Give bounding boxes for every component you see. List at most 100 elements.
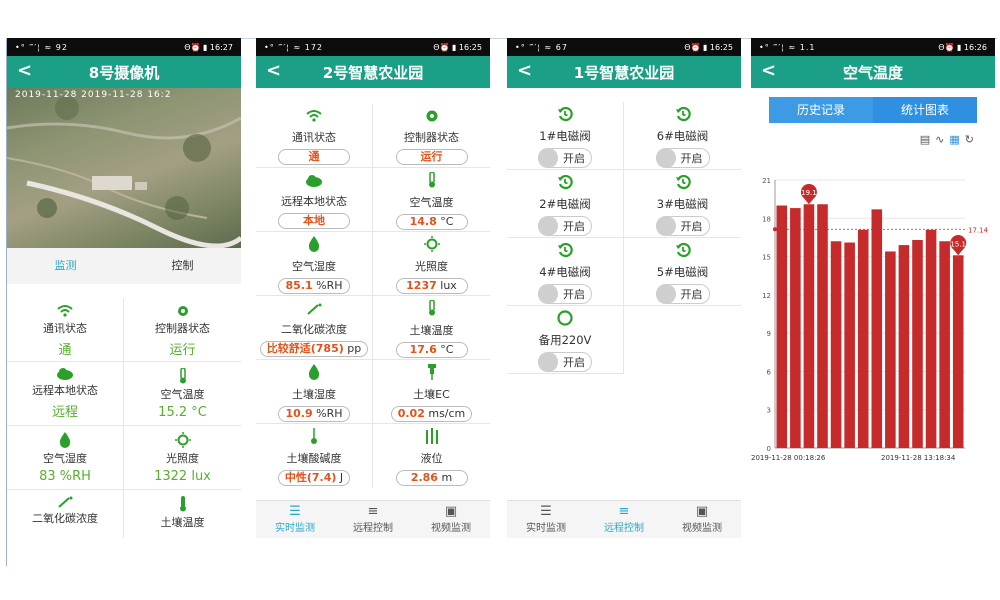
sensor-label: 空气温度	[160, 388, 205, 401]
bullet-list-icon: ≡	[618, 504, 630, 519]
valve-cell: 6#电磁阀 开启	[624, 102, 741, 170]
status-bar: •° ‴′¦ ≈ 67 Θ⏰ ▮ 16:25	[507, 38, 741, 56]
sensor-cell: 空气温度 14.8 °C	[373, 168, 490, 232]
nav-item[interactable]: ≡ 远程控制	[585, 501, 663, 538]
sensor-cell: 光照度 1322 lux	[124, 426, 241, 490]
tab-monitor[interactable]: 监测	[7, 248, 124, 284]
sensor-label: 二氧化碳浓度	[281, 323, 347, 336]
timer-icon	[624, 242, 741, 262]
bottom-nav: ☰ 实时监测 ≡ 远程控制 ▣ 视频监测	[507, 500, 741, 538]
nav-item[interactable]: ▣ 视频监测	[663, 501, 741, 538]
average-label: 17.14	[968, 226, 989, 234]
average-dot	[773, 227, 777, 232]
sensor-cell: 土壤EC 0.02 ms/cm	[373, 360, 490, 424]
sensor-label: 土壤湿度	[292, 388, 336, 401]
sensor-value: 运行	[420, 150, 443, 163]
sensor-cell: 远程本地状态 远程	[7, 362, 124, 426]
toggle-knob	[538, 352, 558, 372]
valve-toggle[interactable]: 开启	[538, 352, 592, 372]
sensor-value: 通	[308, 150, 320, 163]
bar	[939, 241, 950, 448]
app-bar: < 8号摄像机	[7, 56, 241, 88]
sensor-value-box: 1237 lux	[395, 278, 468, 294]
y-tick-label: 0	[767, 445, 771, 453]
toggle-label: 开启	[680, 288, 703, 301]
sensor-label: 光照度	[166, 452, 199, 465]
tab-chart[interactable]: 统计图表	[873, 97, 977, 123]
valve-label: 4#电磁阀	[539, 265, 591, 279]
cloud-icon	[57, 368, 73, 380]
bar-chart-icon[interactable]: ▦	[949, 133, 964, 146]
app-bar: < 2号智慧农业园	[256, 56, 490, 88]
min-marker-label: 15.1	[950, 240, 966, 248]
back-icon[interactable]: <	[761, 61, 776, 81]
valve-toggle[interactable]: 开启	[655, 148, 710, 168]
thermometer-icon	[373, 171, 490, 192]
sensor-label: 控制器状态	[404, 131, 459, 144]
tab-control[interactable]: 控制	[124, 248, 241, 284]
toggle-label: 开启	[563, 220, 585, 233]
status-bar: •° ‴′¦ ≈ 1.1 Θ⏰ ▮ 16:26	[751, 38, 995, 56]
gear-icon	[373, 108, 490, 127]
gear-icon	[177, 306, 188, 316]
back-icon[interactable]: <	[517, 61, 532, 81]
sensor-unit: ms/cm	[428, 407, 466, 420]
humidity-icon	[59, 432, 71, 448]
sensor-value: 1237	[406, 279, 437, 292]
toggle-label: 开启	[563, 356, 585, 369]
thermometer-icon	[373, 299, 490, 320]
humidity-icon	[256, 236, 372, 256]
sensor-label: 远程本地状态	[32, 384, 98, 397]
sensor-unit: %RH	[316, 407, 343, 420]
valve-toggle[interactable]: 开启	[655, 216, 710, 236]
co2-icon	[58, 496, 73, 508]
nav-item[interactable]: ☰ 实时监测	[256, 501, 334, 538]
sensor-value-box: 0.02 ms/cm	[390, 406, 473, 422]
document-icon[interactable]: ▤	[920, 133, 935, 146]
timer-icon	[624, 174, 741, 194]
timer-icon	[507, 174, 623, 194]
tab-bar: 监测 控制	[7, 248, 241, 284]
valve-cell: 2#电磁阀 开启	[507, 170, 624, 238]
circle-icon	[507, 310, 623, 330]
pin-icon	[373, 364, 490, 384]
tab-history[interactable]: 历史记录	[769, 97, 873, 123]
sensor-cell: 空气温度 15.2 °C	[124, 362, 241, 426]
toggle-knob	[538, 216, 558, 236]
valve-toggle[interactable]: 开启	[655, 284, 710, 304]
humidity-icon	[256, 364, 372, 384]
sun-icon	[373, 236, 490, 256]
sensor-grid: 通讯状态通 控制器状态 运行 远程本地状态 本地 空气温度 14.8 °C 空气湿度 85…	[256, 104, 490, 488]
valve-toggle[interactable]: 开启	[538, 216, 592, 236]
valve-cell: 5#电磁阀 开启	[624, 238, 741, 306]
sensor-label: 光照度	[415, 260, 448, 273]
sensor-label: 通讯状态	[292, 131, 336, 144]
timer-icon	[507, 106, 623, 126]
back-icon[interactable]: <	[266, 61, 281, 81]
valve-toggle[interactable]: 开启	[538, 148, 592, 168]
nav-item[interactable]: ≡ 远程控制	[334, 501, 412, 538]
camera-feed[interactable]: 2019-11-28 2019-11-28 16:2	[7, 88, 241, 248]
sensor-value: 中性(7.4)	[284, 471, 337, 484]
sensor-unit: °C	[440, 215, 454, 228]
nav-item[interactable]: ☰ 实时监测	[507, 501, 585, 538]
sensor-grid: 通讯状态 通 控制器状态 运行 远程本地状态 远程 空气温度 15.2 °C 空…	[7, 298, 241, 538]
valve-toggle[interactable]: 开启	[538, 284, 592, 304]
sensor-label: 空气湿度	[292, 260, 336, 273]
toggle-knob	[655, 148, 676, 168]
valve-label: 3#电磁阀	[656, 197, 709, 211]
back-icon[interactable]: <	[17, 61, 32, 81]
sensor-value-box: 10.9 %RH	[278, 406, 350, 422]
sensor-label: 通讯状态	[43, 322, 87, 335]
sensor-label: 空气温度	[409, 196, 454, 209]
sensor-unit: lux	[440, 279, 457, 292]
refresh-icon[interactable]: ↻	[965, 133, 979, 146]
nav-item[interactable]: ▣ 视频监测	[412, 501, 490, 538]
bar	[912, 239, 923, 448]
sensor-unit: m	[441, 471, 453, 484]
bar	[925, 229, 937, 448]
line-chart-icon[interactable]: ∿	[935, 133, 949, 146]
nav-label: 视频监测	[682, 523, 722, 534]
status-time: Θ⏰ ▮ 16:27	[184, 42, 233, 52]
sensor-cell: 控制器状态 运行	[124, 298, 241, 362]
